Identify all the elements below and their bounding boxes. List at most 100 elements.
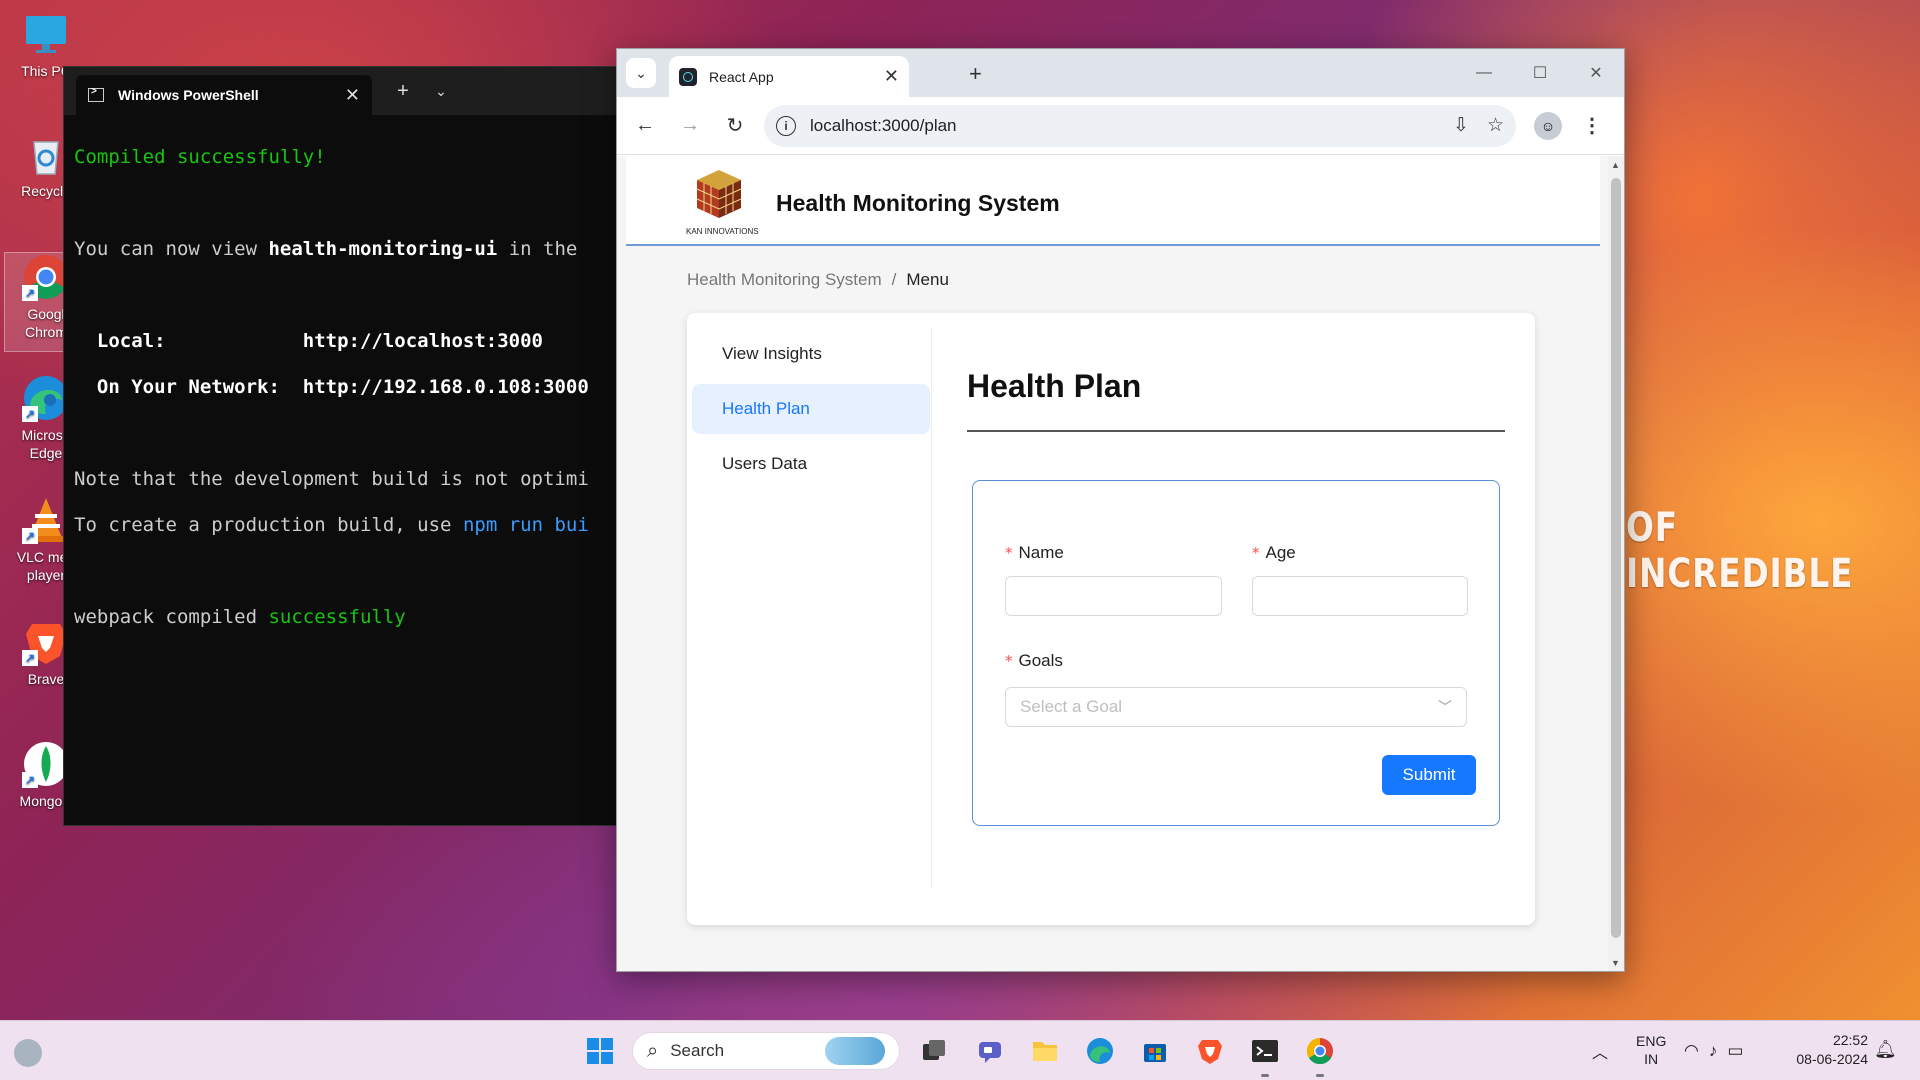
name-label: * Name bbox=[1005, 543, 1064, 563]
maximize-button[interactable]: ☐ bbox=[1512, 49, 1568, 97]
url-text[interactable]: localhost:3000/plan bbox=[810, 116, 1435, 136]
edge-taskbar-icon[interactable] bbox=[1082, 1033, 1118, 1069]
powershell-titlebar[interactable]: Windows PowerShell ✕ + ⌄ bbox=[64, 67, 622, 115]
logo-text: KAN INNOVATIONS bbox=[686, 227, 759, 236]
page-viewport: KAN INNOVATIONS Health Monitoring System… bbox=[617, 156, 1624, 971]
goals-select[interactable]: Select a Goal ﹀ bbox=[1005, 687, 1467, 727]
address-bar[interactable]: i localhost:3000/plan ⇩ ☆ bbox=[764, 104, 1516, 147]
scroll-up-arrow-icon[interactable]: ▲ bbox=[1611, 160, 1620, 170]
title-divider bbox=[967, 430, 1505, 432]
new-tab-button[interactable]: + bbox=[384, 80, 422, 103]
compiled-message: Compiled successfully! bbox=[74, 146, 326, 168]
close-window-button[interactable]: ✕ bbox=[1568, 49, 1624, 97]
page-scrollbar[interactable]: ▲ ▼ bbox=[1608, 156, 1624, 971]
powershell-tab-title: Windows PowerShell bbox=[118, 87, 259, 103]
wifi-icon[interactable]: ◠ bbox=[1684, 1041, 1709, 1060]
chevron-down-icon: ⌄ bbox=[635, 64, 647, 81]
age-label: * Age bbox=[1252, 543, 1296, 563]
webpack-prefix: webpack compiled bbox=[74, 606, 269, 628]
goals-label: * Goals bbox=[1005, 651, 1063, 671]
menu-item-users-data[interactable]: Users Data bbox=[692, 439, 930, 489]
search-icon: ⌕ bbox=[647, 1039, 659, 1062]
app-header: KAN INNOVATIONS Health Monitoring System bbox=[626, 156, 1600, 246]
forward-button[interactable]: → bbox=[672, 108, 708, 144]
name-label-text: Name bbox=[1018, 543, 1064, 562]
chrome-window[interactable]: ⌄ React App ✕ + — ☐ ✕ ← → ↻ i localhost:… bbox=[616, 48, 1625, 972]
goals-label-text: Goals bbox=[1018, 651, 1063, 670]
search-placeholder: Search bbox=[670, 1041, 725, 1060]
terminal-taskbar-icon[interactable] bbox=[1247, 1033, 1283, 1077]
app-title: Health Monitoring System bbox=[776, 190, 1060, 216]
health-plan-form: * Name * Age * Goals Select a Goal ﹀ Submit bbox=[972, 480, 1500, 826]
store-icon[interactable] bbox=[1137, 1033, 1173, 1069]
input-language-indicator[interactable]: ENG IN bbox=[1636, 1032, 1666, 1068]
powershell-tab[interactable]: Windows PowerShell ✕ bbox=[76, 75, 372, 115]
age-input[interactable] bbox=[1252, 576, 1468, 616]
close-tab-icon[interactable]: ✕ bbox=[884, 66, 899, 87]
menu-item-health-plan[interactable]: Health Plan bbox=[692, 384, 930, 434]
back-button[interactable]: ← bbox=[627, 108, 663, 144]
browser-tab[interactable]: React App ✕ bbox=[669, 56, 909, 97]
tab-search-button[interactable]: ⌄ bbox=[626, 58, 656, 88]
scrollbar-thumb[interactable] bbox=[1611, 178, 1621, 938]
age-label-text: Age bbox=[1265, 543, 1296, 562]
monitor-icon bbox=[22, 10, 70, 58]
name-input[interactable] bbox=[1005, 576, 1222, 616]
site-info-icon[interactable]: i bbox=[776, 115, 796, 136]
goals-placeholder: Select a Goal bbox=[1020, 697, 1123, 716]
shortcut-arrow-icon: ↗ bbox=[22, 406, 38, 422]
cube-logo-icon bbox=[696, 170, 742, 218]
system-tray-icons[interactable]: ◠♪▭ bbox=[1684, 1041, 1753, 1061]
local-url: http://localhost:3000 bbox=[302, 330, 543, 352]
browser-toolbar: ← → ↻ i localhost:3000/plan ⇩ ☆ ☺ ⋮ bbox=[617, 97, 1624, 155]
submit-button[interactable]: Submit bbox=[1382, 755, 1476, 795]
browser-menu-icon[interactable]: ⋮ bbox=[1582, 113, 1602, 138]
create-prefix: To create a production build, use bbox=[74, 514, 463, 536]
taskbar-clock[interactable]: 22:52 08-06-2024 bbox=[1782, 1031, 1868, 1069]
required-mark: * bbox=[1252, 544, 1260, 562]
bookmark-star-icon[interactable]: ☆ bbox=[1487, 114, 1504, 137]
reload-button[interactable]: ↻ bbox=[717, 108, 753, 144]
volume-icon[interactable]: ♪ bbox=[1709, 1041, 1728, 1060]
view-suffix: in the bbox=[497, 238, 578, 260]
breadcrumb-separator: / bbox=[891, 270, 897, 289]
tab-dropdown-button[interactable]: ⌄ bbox=[422, 83, 460, 100]
clock-date: 08-06-2024 bbox=[1796, 1051, 1868, 1067]
react-favicon-icon bbox=[679, 67, 697, 86]
wallpaper-text: OF INCREDIBLE bbox=[1626, 505, 1854, 597]
close-tab-icon[interactable]: ✕ bbox=[345, 85, 360, 106]
breadcrumb-home[interactable]: Health Monitoring System bbox=[687, 270, 882, 289]
breadcrumb: Health Monitoring System / Menu bbox=[687, 270, 949, 290]
install-app-icon[interactable]: ⇩ bbox=[1453, 114, 1469, 137]
terminal-output: Compiled successfully! You can now view … bbox=[64, 115, 622, 683]
network-label: On Your Network: bbox=[74, 376, 303, 398]
chat-icon[interactable] bbox=[972, 1033, 1008, 1069]
start-button[interactable] bbox=[582, 1033, 618, 1069]
shortcut-arrow-icon: ↗ bbox=[22, 528, 38, 544]
required-mark: * bbox=[1005, 544, 1013, 562]
scroll-down-arrow-icon[interactable]: ▼ bbox=[1611, 958, 1620, 968]
required-mark: * bbox=[1005, 652, 1013, 670]
powershell-window[interactable]: Windows PowerShell ✕ + ⌄ Compiled succes… bbox=[63, 66, 623, 826]
notification-bell-icon[interactable]: 🔔︎ bbox=[1874, 1039, 1897, 1060]
build-command: npm run bui bbox=[462, 514, 589, 536]
show-hidden-icons-chevron-icon[interactable]: ︿ bbox=[1592, 1039, 1608, 1063]
weather-widget-icon[interactable] bbox=[14, 1039, 42, 1067]
window-controls: — ☐ ✕ bbox=[1456, 49, 1624, 97]
brave-taskbar-icon[interactable] bbox=[1192, 1033, 1228, 1069]
taskbar-search[interactable]: ⌕ Search bbox=[632, 1032, 900, 1070]
battery-icon[interactable]: ▭ bbox=[1727, 1041, 1753, 1060]
side-menu: View Insights Health Plan Users Data bbox=[692, 329, 932, 889]
shortcut-arrow-icon: ↗ bbox=[22, 650, 38, 666]
menu-item-view-insights[interactable]: View Insights bbox=[692, 329, 930, 379]
file-explorer-icon[interactable] bbox=[1027, 1033, 1063, 1069]
page-title: Health Plan bbox=[967, 368, 1142, 404]
new-tab-button[interactable]: + bbox=[969, 61, 982, 87]
task-view-icon[interactable] bbox=[916, 1033, 952, 1069]
shortcut-arrow-icon: ↗ bbox=[22, 772, 38, 788]
minimize-button[interactable]: — bbox=[1456, 49, 1512, 97]
chrome-taskbar-icon[interactable] bbox=[1302, 1033, 1338, 1077]
windows-logo-icon bbox=[587, 1038, 613, 1064]
webpack-status: successfully bbox=[268, 606, 406, 628]
profile-avatar[interactable]: ☺ bbox=[1534, 111, 1562, 140]
